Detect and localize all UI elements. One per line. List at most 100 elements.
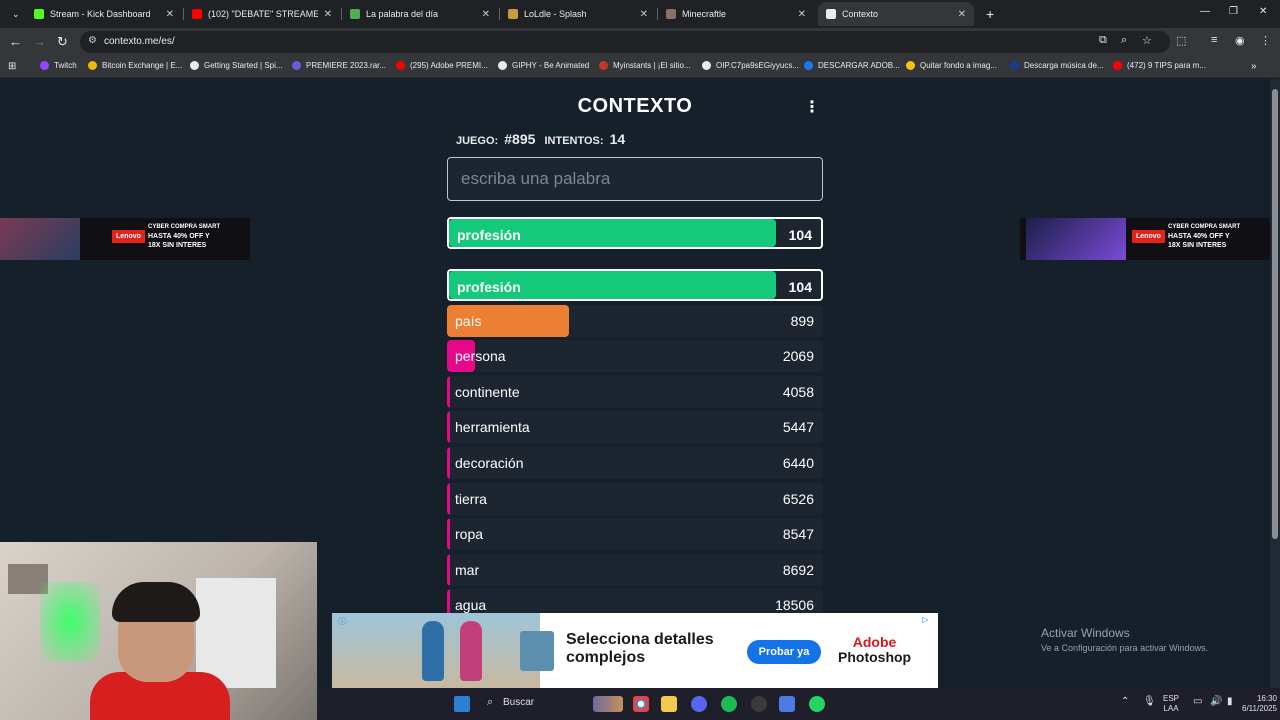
widgets-icon[interactable] [593,696,623,712]
tab-contexto[interactable]: Contexto ✕ [818,2,974,26]
bookmark-favicon-icon [40,61,49,70]
close-icon[interactable]: ✕ [798,9,806,20]
guess-rank: 104 [788,227,812,243]
tab-list-button[interactable]: ⌄ [4,2,24,26]
install-icon[interactable]: ⧉ [1099,34,1107,47]
scrollbar-thumb[interactable] [1272,89,1278,539]
close-icon[interactable]: ✕ [482,9,490,20]
side-ad-left[interactable]: Lenovo CYBER COMPRA SMART HASTA 40% OFF … [0,218,250,260]
game-label: JUEGO: [456,135,499,147]
close-icon[interactable]: ✕ [640,9,648,20]
guess-row: decoración 6440 [447,447,823,479]
bookmark-item[interactable]: DESCARGAR ADOB... [804,61,900,70]
ad-cta-button[interactable]: Probar ya [747,640,821,664]
search-icon: ⌕ [487,696,494,708]
bookmark-star-icon[interactable]: ☆ [1142,34,1152,47]
new-tab-button[interactable]: + [978,2,998,26]
minimize-icon[interactable]: — [1200,6,1210,17]
guess-rank: 104 [788,279,812,295]
site-info-icon[interactable]: ⚙ [88,35,97,46]
bookmark-favicon-icon [1010,61,1019,70]
menu-icon[interactable]: ⋮ [1260,34,1271,47]
forward-icon[interactable]: → [33,34,46,49]
page-scrollbar[interactable] [1270,79,1280,688]
whatsapp-icon[interactable] [809,696,825,712]
network-icon[interactable]: ▭ [1193,697,1202,707]
address-bar[interactable]: ⚙ contexto.me/es/ [80,31,1170,53]
volume-icon[interactable]: 🔊 [1210,697,1222,707]
bookmark-item[interactable]: Quitar fondo a imag... [906,61,997,70]
guess-row: mar 8692 [447,554,823,586]
close-icon[interactable]: ✕ [166,9,174,20]
window-close-icon[interactable]: ✕ [1259,6,1267,17]
ad-choices-icon[interactable]: ⓘ [338,616,346,627]
bookmark-favicon-icon [292,61,301,70]
tab-youtube[interactable]: (102) "DEBATE" STREAMERS UN ✕ [184,2,340,26]
guess-row: persona 2069 [447,340,823,372]
bookmark-label: OIP.C7pa9sEGiyyucs... [716,61,799,70]
apps-grid-icon[interactable]: ⊞ [8,61,16,72]
bookmark-item[interactable]: (295) Adobe PREMI... [396,61,488,70]
bookmark-item[interactable]: Twitch [40,61,77,70]
more-options-icon[interactable]: ⋮ [804,97,820,117]
bookmark-label: Myinstants | ¡El sitio... [613,61,691,70]
app-icon[interactable] [779,696,795,712]
ad-thumbnail [520,631,554,671]
reload-icon[interactable]: ↻ [57,34,68,50]
guess-input[interactable] [448,158,822,200]
navigation-bar: ← → ↻ ⚙ contexto.me/es/ ⧉ ⌕ ☆ ⬚ ≡ ◉ ⋮ [0,28,1280,56]
zoom-icon[interactable]: ⌕ [1121,34,1127,47]
guess-input-wrapper [447,157,823,201]
microphone-icon[interactable]: 🎙 [1143,697,1156,707]
bookmark-favicon-icon [599,61,608,70]
media-icon[interactable]: ≡ [1211,34,1217,46]
ad-photo [332,613,540,688]
close-icon[interactable]: ✕ [958,9,966,20]
back-icon[interactable]: ← [9,34,22,49]
bookmark-label: Twitch [54,61,77,70]
bookmark-item[interactable]: GIPHY - Be Animated [498,61,589,70]
language-indicator[interactable]: ESP LAA [1163,694,1179,714]
tab-loldle[interactable]: LoLdle - Splash ✕ [500,2,656,26]
spotify-icon[interactable] [721,696,737,712]
more-bookmarks-icon[interactable]: » [1251,61,1257,72]
bookmark-item[interactable]: Myinstants | ¡El sitio... [599,61,691,70]
minecraftle-icon [666,9,676,19]
tray-chevron-icon[interactable]: ⌃ [1121,697,1129,707]
bookmark-item[interactable]: Descarga música de... [1010,61,1104,70]
extensions-icon[interactable]: ⬚ [1176,34,1186,47]
close-icon[interactable]: ✕ [324,9,332,20]
restore-icon[interactable]: ❐ [1229,6,1238,17]
bookmark-item[interactable]: Bitcoin Exchange | E... [88,61,182,70]
chevron-down-icon: ⌄ [12,8,20,19]
bookmark-item[interactable]: OIP.C7pa9sEGiyyucs... [702,61,799,70]
taskbar-search[interactable]: Buscar [503,697,534,708]
bottom-ad-banner[interactable]: ⓘ ▷ Selecciona detalles complejos Probar… [332,613,938,688]
obs-icon[interactable] [751,696,767,712]
ad-info-icon[interactable]: ▷ [922,615,928,624]
palabra-icon [350,9,360,19]
similarity-bar [447,376,450,408]
guess-word: tierra [455,491,487,507]
page-title: CONTEXTO [577,95,693,117]
windows-start-icon[interactable] [454,696,470,712]
clock[interactable]: 16:30 6/11/2025 [1241,694,1277,714]
bookmark-item[interactable]: (472) 9 TIPS para m... [1113,61,1206,70]
bookmark-label: (472) 9 TIPS para m... [1127,61,1206,70]
file-explorer-icon[interactable] [661,696,677,712]
bookmark-item[interactable]: Getting Started | Spi... [190,61,283,70]
tab-palabra[interactable]: La palabra del día ✕ [342,2,498,26]
side-ad-right[interactable]: Lenovo CYBER COMPRA SMART HASTA 40% OFF … [1020,218,1270,260]
tab-minecraftle[interactable]: Minecraftle ✕ [658,2,814,26]
guess-word: persona [455,348,506,364]
chrome-icon[interactable] [633,696,649,712]
activate-windows-title: Activar Windows [1041,626,1130,640]
discord-icon[interactable] [691,696,707,712]
bookmark-item[interactable]: PREMIERE 2023.rar... [292,61,386,70]
battery-icon[interactable]: ▮ [1227,697,1233,707]
tab-kick[interactable]: Stream - Kick Dashboard ✕ [26,2,182,26]
guess-row: país 899 [447,305,823,337]
profile-avatar-icon[interactable]: ◉ [1235,34,1245,47]
bookmark-label: Getting Started | Spi... [204,61,283,70]
bookmark-label: Bitcoin Exchange | E... [102,61,183,70]
